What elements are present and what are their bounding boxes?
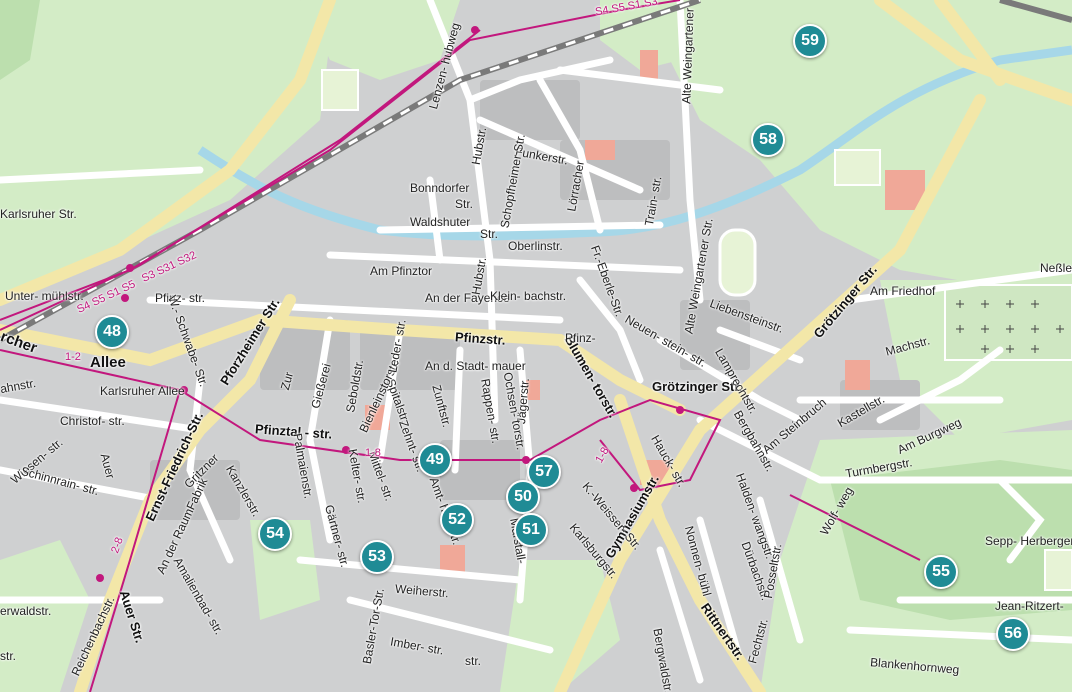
rail-label-1-2: 1-2 [65,351,81,363]
marker-58[interactable]: 58 [751,123,785,157]
street-bonndorfer: Bonndorfer [410,181,470,195]
marker-56[interactable]: 56 [996,617,1030,651]
street-bonndorfer-str: Str. [455,197,474,211]
marker-55[interactable]: 55 [924,555,958,589]
street-erwaldstr: erwaldstr. [0,604,52,618]
street-alte-weingartener-top: Alte Weingartener [679,7,697,105]
marker-49[interactable]: 49 [418,443,452,477]
marker-48[interactable]: 48 [95,315,129,349]
street-am-pfinztor: Am Pfinztor [370,264,433,278]
street-kleinbachstr: Klein- bachstr. [490,289,567,303]
street-str-end: str. [0,649,17,663]
marker-59[interactable]: 59 [793,24,827,58]
street-pfinzstr: Pfinzstr. [454,329,507,348]
street-allee: Allee [90,354,126,371]
street-waldshuter: Waldshuter [410,215,471,229]
street-pfinzstr-2: Pfinz- [565,331,596,345]
street-waldshuter-str: Str. [480,227,499,241]
street-untermuhlstr: Unter- mühlstr. [5,289,84,303]
street-jean-ritzert: Jean-Ritzert- [995,599,1064,613]
marker-51[interactable]: 51 [514,513,548,547]
street-karlsruher-allee: Karlsruher Allee [100,384,185,398]
street-christofstr: Christof- str. [60,414,125,428]
map[interactable]: Allee Karlsruher Allee Pfinzstr. Pforzhe… [0,0,1072,692]
street-oberlinstr: Oberlinstr. [508,239,563,253]
marker-52[interactable]: 52 [440,503,474,537]
street-imberstr-end: str. [465,654,482,668]
street-am-friedhof: Am Friedhof [870,284,936,298]
marker-54[interactable]: 54 [258,517,292,551]
marker-50[interactable]: 50 [506,480,540,514]
street-nessle: Neßle [1040,261,1072,275]
rail-label-1-8a: 1-8 [365,447,381,459]
marker-53[interactable]: 53 [360,540,394,574]
street-karlsruher-str: Karlsruher Str. [0,207,77,221]
street-an-d-stadtmauer: An d. Stadt- mauer [425,359,526,373]
street-sepp-herberger: Sepp- Herberger [985,534,1072,548]
